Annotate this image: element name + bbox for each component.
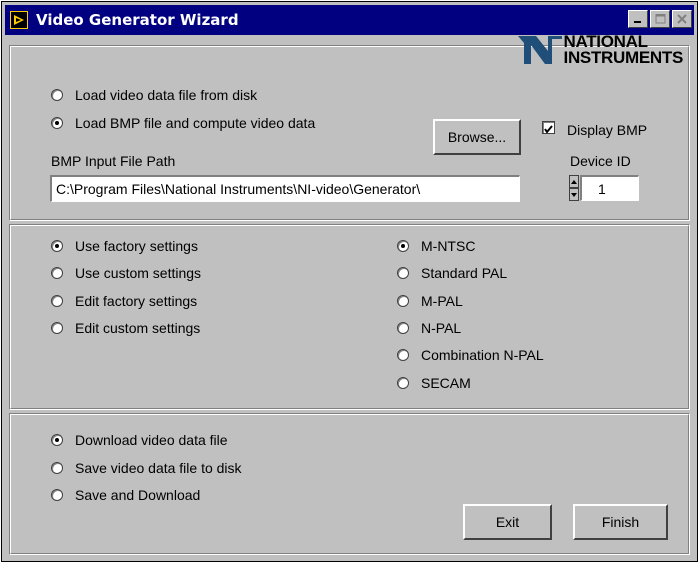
radio-secam[interactable]: SECAM [397, 375, 471, 391]
device-id-field[interactable]: 1 [580, 175, 639, 201]
radio-standard-pal[interactable]: Standard PAL [397, 265, 507, 281]
radio-label: Save video data file to disk [75, 460, 242, 476]
radio-combination-n-pal[interactable]: Combination N-PAL [397, 347, 544, 363]
minimize-icon [629, 11, 647, 27]
bmp-path-label: BMP Input File Path [51, 153, 176, 169]
device-id-spinner[interactable] [569, 175, 579, 201]
radio-label: M-NTSC [421, 238, 476, 254]
radio-indicator [51, 117, 63, 129]
radio-indicator [51, 240, 63, 252]
radio-indicator [397, 240, 409, 252]
radio-label: Edit custom settings [75, 320, 201, 336]
browse-button[interactable]: Browse... [433, 119, 521, 155]
radio-label: Standard PAL [421, 265, 508, 281]
wizard-window: Video Generator Wizard NATIONAL INSTRUME… [1, 1, 698, 562]
display-bmp-checkbox[interactable] [542, 121, 555, 134]
radio-label: Save and Download [75, 487, 201, 503]
finish-label: Finish [601, 514, 640, 530]
radio-save-video-file[interactable]: Save video data file to disk [51, 460, 242, 476]
radio-label: Load video data file from disk [75, 87, 258, 103]
national-instruments-logo: NATIONAL INSTRUMENTS [517, 33, 684, 67]
radio-load-video-file[interactable]: Load video data file from disk [51, 87, 257, 103]
finish-button[interactable]: Finish [573, 504, 668, 540]
spin-down-icon[interactable] [569, 188, 579, 201]
radio-indicator [397, 322, 409, 334]
device-id-value: 1 [598, 180, 606, 197]
radio-edit-custom-settings[interactable]: Edit custom settings [51, 320, 200, 336]
radio-label: Download video data file [75, 432, 228, 448]
logo-line-2: INSTRUMENTS [563, 48, 684, 67]
radio-label: N-PAL [421, 320, 462, 336]
browse-label: Browse... [447, 129, 507, 145]
radio-label: Use factory settings [75, 238, 198, 254]
bmp-path-value: C:\Program Files\National Instruments\NI… [56, 181, 421, 197]
title-bar[interactable]: Video Generator Wizard [5, 5, 694, 35]
radio-indicator [51, 489, 63, 501]
close-icon [673, 11, 691, 27]
radio-indicator [397, 267, 409, 279]
radio-indicator [51, 89, 63, 101]
minimize-button[interactable] [628, 10, 648, 28]
radio-label: Edit factory settings [75, 293, 198, 309]
radio-indicator [397, 295, 409, 307]
radio-indicator [397, 349, 409, 361]
radio-label: Load BMP file and compute video data [75, 115, 316, 131]
radio-m-ntsc[interactable]: M-NTSC [397, 238, 475, 254]
radio-label: Combination N-PAL [421, 347, 544, 363]
radio-use-factory-settings[interactable]: Use factory settings [51, 238, 198, 254]
window-title: Video Generator Wizard [36, 11, 239, 29]
radio-indicator [397, 377, 409, 389]
radio-indicator [51, 295, 63, 307]
radio-edit-factory-settings[interactable]: Edit factory settings [51, 293, 197, 309]
checkmark-icon [544, 125, 553, 134]
spin-up-icon[interactable] [569, 175, 579, 188]
radio-load-bmp[interactable]: Load BMP file and compute video data [51, 115, 315, 131]
device-id-label: Device ID [570, 153, 631, 169]
exit-label: Exit [495, 514, 520, 530]
radio-indicator [51, 267, 63, 279]
radio-m-pal[interactable]: M-PAL [397, 293, 463, 309]
radio-label: M-PAL [421, 293, 463, 309]
radio-use-custom-settings[interactable]: Use custom settings [51, 265, 201, 281]
maximize-icon [651, 11, 669, 27]
display-bmp-label: Display BMP [567, 122, 648, 138]
radio-save-and-download[interactable]: Save and Download [51, 487, 200, 503]
ni-eagle-icon [517, 36, 562, 64]
radio-indicator [51, 462, 63, 474]
radio-n-pal[interactable]: N-PAL [397, 320, 461, 336]
bmp-path-field[interactable]: C:\Program Files\National Instruments\NI… [50, 175, 520, 202]
radio-indicator [51, 322, 63, 334]
radio-label: Use custom settings [75, 265, 202, 281]
radio-indicator [51, 434, 63, 446]
labview-app-icon [10, 11, 28, 29]
maximize-button[interactable] [650, 10, 670, 28]
close-button[interactable] [672, 10, 692, 28]
radio-download-video-file[interactable]: Download video data file [51, 432, 228, 448]
radio-label: SECAM [421, 375, 471, 391]
exit-button[interactable]: Exit [463, 504, 552, 540]
